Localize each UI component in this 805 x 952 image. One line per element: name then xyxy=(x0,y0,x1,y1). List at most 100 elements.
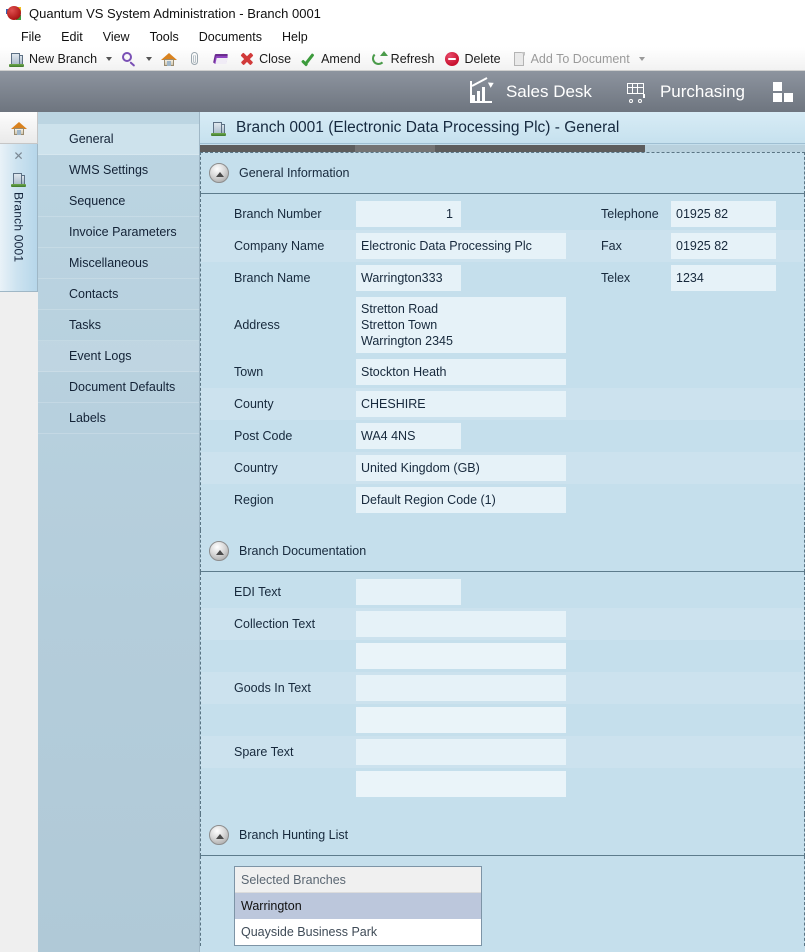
close-button[interactable]: Close xyxy=(234,48,296,70)
sidebar-item-labels[interactable]: Labels xyxy=(38,403,199,434)
region-field[interactable]: Default Region Code (1) xyxy=(356,487,566,513)
county-field[interactable]: CHESHIRE xyxy=(356,391,566,417)
quantum-app-icon xyxy=(6,5,22,21)
new-branch-button[interactable]: New Branch xyxy=(4,48,102,70)
table-row[interactable]: Quayside Business Park xyxy=(235,919,481,945)
country-label: Country xyxy=(234,461,278,475)
window-title: Quantum VS System Administration - Branc… xyxy=(29,5,321,21)
sidebar-menu: General WMS Settings Sequence Invoice Pa… xyxy=(38,112,200,952)
nav-item-more-modules[interactable] xyxy=(761,71,799,112)
toolbar: New Branch Close Amend Refresh Delete Ad… xyxy=(0,47,805,71)
close-icon xyxy=(239,51,255,67)
sidebar-item-sequence[interactable]: Sequence xyxy=(38,186,199,217)
menu-item-edit[interactable]: Edit xyxy=(52,28,92,46)
refresh-button[interactable]: Refresh xyxy=(366,48,440,70)
collection-text-line2-field[interactable] xyxy=(356,643,566,669)
field-row-address: Address Stretton Road Stretton Town Warr… xyxy=(201,294,804,356)
add-to-document-dropdown-icon xyxy=(638,56,645,61)
menu-item-help[interactable]: Help xyxy=(273,28,317,46)
address-label: Address xyxy=(234,318,280,332)
telephone-field[interactable]: 01925 82 xyxy=(671,201,776,227)
spare-text-field[interactable] xyxy=(356,739,566,765)
section-header-branch-hunting-list: Branch Hunting List xyxy=(200,814,805,856)
field-row-collection-text-line2 xyxy=(201,640,804,672)
spare-text-label: Spare Text xyxy=(234,745,294,759)
country-field[interactable]: United Kingdom (GB) xyxy=(356,455,566,481)
menu-item-view[interactable]: View xyxy=(94,28,139,46)
check-icon xyxy=(300,51,317,67)
rail-home-button[interactable] xyxy=(0,112,38,144)
sidebar-item-event-logs[interactable]: Event Logs xyxy=(38,341,199,372)
refresh-icon xyxy=(371,50,388,67)
nav-item-purchasing[interactable]: Purchasing xyxy=(608,71,761,112)
doc-section-bottom-spacer xyxy=(201,800,804,814)
horizontal-scrollbar[interactable] xyxy=(200,145,805,152)
collection-text-field[interactable] xyxy=(356,611,566,637)
delete-label: Delete xyxy=(464,51,501,66)
search-icon xyxy=(121,51,137,67)
goods-in-text-line2-field[interactable] xyxy=(356,707,566,733)
fax-field[interactable]: 01925 82 xyxy=(671,233,776,259)
new-branch-dropdown-icon[interactable] xyxy=(106,56,113,61)
edi-text-field[interactable] xyxy=(356,579,461,605)
field-row-region: Region Default Region Code (1) xyxy=(201,484,804,516)
delete-button[interactable]: Delete xyxy=(439,48,505,70)
sidebar-item-wms-settings[interactable]: WMS Settings xyxy=(38,155,199,186)
field-row-telephone: Telephone 01925 82 xyxy=(601,198,804,230)
chevron-up-icon[interactable] xyxy=(209,540,229,561)
sidebar-item-miscellaneous[interactable]: Miscellaneous xyxy=(38,248,199,279)
rail-tab-branch-0001[interactable]: ✕ Branch 0001 xyxy=(0,144,38,292)
field-row-county: County CHESHIRE xyxy=(201,388,804,420)
sidebar-item-tasks[interactable]: Tasks xyxy=(38,310,199,341)
chevron-up-icon[interactable] xyxy=(209,824,229,845)
section-title-general-information: General Information xyxy=(239,166,350,180)
menu-item-tools[interactable]: Tools xyxy=(141,28,188,46)
branch-number-field[interactable]: 1 xyxy=(356,201,461,227)
field-row-spare-text-line2 xyxy=(201,768,804,800)
telex-field[interactable]: 1234 xyxy=(671,265,776,291)
nav-item-sales-desk[interactable]: Sales Desk xyxy=(454,71,608,112)
address-field[interactable]: Stretton Road Stretton Town Warrington 2… xyxy=(356,297,566,353)
company-name-label: Company Name xyxy=(234,239,325,253)
chevron-up-icon[interactable] xyxy=(209,163,229,183)
sidebar-item-contacts[interactable]: Contacts xyxy=(38,279,199,310)
sidebar-item-invoice-parameters[interactable]: Invoice Parameters xyxy=(38,217,199,248)
search-button[interactable] xyxy=(116,48,142,70)
field-row-branch-number: Branch Number 1 xyxy=(201,198,601,230)
search-dropdown-icon[interactable] xyxy=(146,56,153,61)
chart-icon xyxy=(469,76,496,103)
section-title-branch-hunting-list: Branch Hunting List xyxy=(239,827,349,842)
post-code-field[interactable]: WA4 4NS xyxy=(356,423,461,449)
home-button[interactable] xyxy=(156,48,182,70)
building-icon xyxy=(10,171,27,187)
delete-icon xyxy=(444,51,460,67)
menu-item-documents[interactable]: Documents xyxy=(190,28,271,46)
post-code-label: Post Code xyxy=(234,429,293,443)
title-bar: Quantum VS System Administration - Branc… xyxy=(0,0,805,26)
field-row-collection-text: Collection Text xyxy=(201,608,804,640)
scrollbar-thumb-secondary[interactable] xyxy=(355,145,435,152)
add-to-document-button: Add To Document xyxy=(506,48,635,70)
attachment-button[interactable] xyxy=(182,48,208,70)
document-icon xyxy=(511,51,527,67)
goods-in-text-field[interactable] xyxy=(356,675,566,701)
spare-text-line2-field[interactable] xyxy=(356,771,566,797)
blocks-icon xyxy=(771,81,797,103)
field-row-goods-in-text-line2 xyxy=(201,704,804,736)
field-row-branch-name: Branch Name Warrington333 xyxy=(201,262,601,294)
branch-name-field[interactable]: Warrington333 xyxy=(356,265,461,291)
content-area: Branch 0001 (Electronic Data Processing … xyxy=(200,112,805,952)
sidebar-item-general[interactable]: General xyxy=(38,124,199,155)
amend-button[interactable]: Amend xyxy=(296,48,366,70)
close-icon[interactable]: ✕ xyxy=(13,150,23,162)
town-field[interactable]: Stockton Heath xyxy=(356,359,566,385)
home-icon xyxy=(161,51,178,67)
sidebar-item-document-defaults[interactable]: Document Defaults xyxy=(38,372,199,403)
section-header-branch-documentation: Branch Documentation xyxy=(200,530,805,572)
nav-label-purchasing: Purchasing xyxy=(659,81,745,101)
company-name-field[interactable]: Electronic Data Processing Plc xyxy=(356,233,566,259)
field-row-country: Country United Kingdom (GB) xyxy=(201,452,804,484)
table-row[interactable]: Warrington xyxy=(235,893,481,919)
notes-button[interactable] xyxy=(208,48,234,70)
menu-item-file[interactable]: File xyxy=(12,28,50,46)
